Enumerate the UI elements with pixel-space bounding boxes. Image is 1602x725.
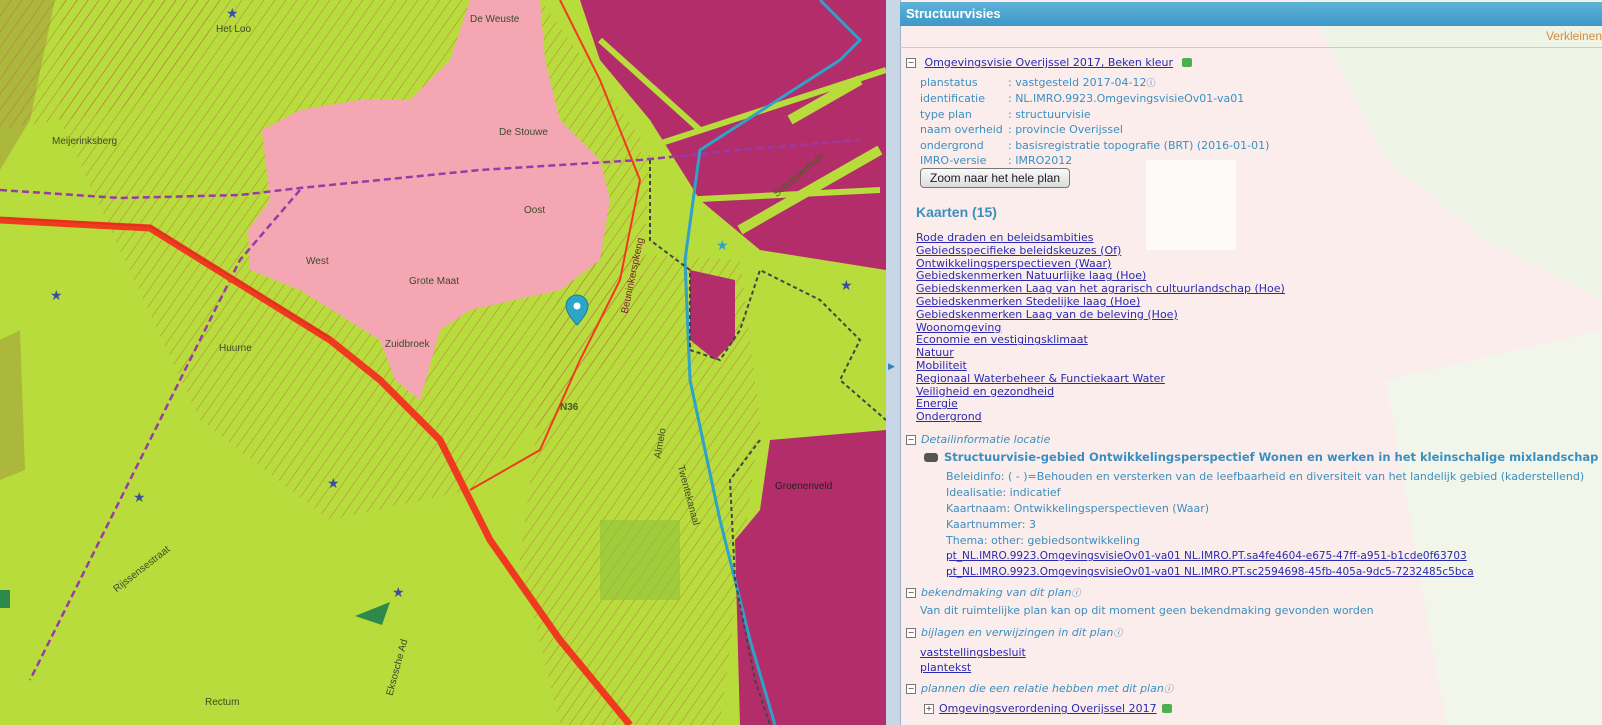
detail-heading: Detailinformatie locatie [921, 433, 1051, 446]
plan-name-link[interactable]: Omgevingsvisie Overijssel 2017, Beken kl… [925, 56, 1174, 69]
plan-header: − Omgevingsvisie Overijssel 2017, Beken … [906, 56, 1192, 69]
bijlage-item: plantekst [920, 661, 971, 674]
field-imro-versie: IMRO-versie: IMRO2012 [920, 154, 1073, 167]
kaart-link[interactable]: Veiligheid en gezondheid [916, 385, 1054, 398]
kaarten-list: Rode draden en beleidsambities Gebiedssp… [916, 231, 1285, 424]
zoom-to-plan-button[interactable]: Zoom naar het hele plan [920, 168, 1071, 188]
binoculars-icon [924, 453, 938, 462]
bijlage-item: vaststellingsbesluit [920, 646, 1026, 659]
lock-icon [1161, 703, 1172, 713]
field-type-plan: type plan: structuurvisie [920, 108, 1091, 121]
star-icon: ★ [392, 585, 405, 601]
relaties-toggle[interactable]: − [906, 684, 916, 694]
kaart-link[interactable]: Ontwikkelingsperspectieven (Waar) [916, 257, 1111, 270]
info-icon[interactable]: ⓘ [1072, 586, 1081, 599]
star-icon: ★ [50, 288, 63, 304]
structuurvisies-panel: ▶ Structuurvisies Verkleinen − Omgevings… [886, 0, 1602, 725]
bekendmaking-heading: bekendmaking van dit plan [921, 586, 1072, 599]
field-naam-overheid: naam overheid: provincie Overijssel [920, 123, 1123, 136]
star-icon: ★ [133, 490, 146, 506]
relaties-heading: plannen die een relatie hebben met dit p… [921, 682, 1164, 695]
map-label-de-weuste: De Weuste [470, 14, 520, 25]
detail-line: Idealisatie: indicatief [946, 486, 1061, 499]
bijlagen-toggle[interactable]: − [906, 628, 916, 638]
lock-icon [1181, 57, 1192, 67]
panel-title: Structuurvisies [900, 2, 1602, 26]
map-label-huurne: Huurne [219, 343, 252, 354]
field-planstatus: planstatus: vastgesteld 2017-04-12 ⓘ [920, 76, 1156, 89]
star-icon: ★ [327, 476, 340, 492]
map-label-rectum: Rectum [205, 697, 240, 708]
plan-collapse-toggle[interactable]: − [906, 58, 916, 68]
kaart-link[interactable]: Mobiliteit [916, 359, 967, 372]
bijlagen-header: − bijlagen en verwijzingen in dit plan ⓘ [906, 626, 1122, 639]
map-label-meijerinksberg: Meijerinksberg [52, 136, 118, 147]
map-label-west: West [306, 256, 329, 267]
map-label-grote-maat: Grote Maat [409, 276, 460, 287]
detail-collapse-toggle[interactable]: − [906, 435, 916, 445]
location-pin-dot [573, 302, 581, 310]
detail-link-line: pt_NL.IMRO.9923.OmgevingsvisieOv01-va01 … [946, 566, 1474, 578]
info-icon[interactable]: ⓘ [1164, 682, 1173, 695]
detail-line: Kaartnaam: Ontwikkelingsperspectieven (W… [946, 502, 1210, 515]
map-label-oost: Oost [524, 205, 546, 216]
hatched-zone [600, 520, 680, 600]
detail-line: Beleidinfo: ( - )=Behouden en versterken… [946, 470, 1585, 483]
star-icon: ★ [716, 238, 729, 254]
star-icon: ★ [226, 6, 239, 22]
kaart-link[interactable]: Gebiedskenmerken Laag van het agrarisch … [916, 282, 1285, 295]
map-label-n36: N36 [560, 402, 579, 413]
kaart-link[interactable]: Gebiedskenmerken Natuurlijke laag (Hoe) [916, 269, 1146, 282]
field-ondergrond: ondergrond: basisregistratie topografie … [920, 139, 1270, 152]
info-icon[interactable]: ⓘ [1147, 76, 1156, 89]
kaart-link[interactable]: Energie [916, 397, 958, 410]
info-icon[interactable]: ⓘ [1113, 626, 1122, 639]
kaart-link[interactable]: Gebiedskenmerken Stedelijke laag (Hoe) [916, 295, 1140, 308]
kaart-link[interactable]: Natuur [916, 346, 954, 359]
detail-line: Kaartnummer: 3 [946, 518, 1037, 531]
relatie-link[interactable]: Omgevingsverordening Overijssel 2017 [939, 702, 1157, 715]
verkleinen-button[interactable]: Verkleinen [1546, 29, 1602, 43]
bijlage-link[interactable]: plantekst [920, 661, 971, 674]
map-label-de-stouwe: De Stouwe [499, 127, 548, 138]
field-identificatie: identificatie: NL.IMRO.9923.Omgevingsvis… [920, 92, 1245, 105]
kaart-link[interactable]: Ondergrond [916, 410, 982, 423]
map-canvas[interactable]: ★ ★ ★ ★ ★ ★ ★ [0, 0, 886, 725]
kaart-link[interactable]: Gebiedsspecifieke beleidskeuzes (Of) [916, 244, 1121, 257]
map-label-groenenveld: Groenenveld [775, 481, 833, 492]
bekendmaking-text: Van dit ruimtelijke plan kan op dit mome… [920, 604, 1374, 617]
detail-title-text: Structuurvisie-gebied Ontwikkelingspersp… [944, 450, 1599, 464]
detail-link-line: pt_NL.IMRO.9923.OmgevingsvisieOv01-va01 … [946, 550, 1467, 562]
water-feature [0, 590, 10, 608]
bekendmaking-toggle[interactable]: − [906, 588, 916, 598]
plan-object-link[interactable]: pt_NL.IMRO.9923.OmgevingsvisieOv01-va01 … [946, 566, 1474, 578]
relatie-toggle[interactable]: + [924, 704, 934, 714]
bijlage-link[interactable]: vaststellingsbesluit [920, 646, 1026, 659]
collapse-arrow-icon[interactable]: ▶ [888, 362, 895, 372]
divider [900, 47, 1602, 48]
map-view[interactable]: ★ ★ ★ ★ ★ ★ ★ Het Loo De Weuste Meijerin… [0, 0, 886, 725]
bijlagen-heading: bijlagen en verwijzingen in dit plan [921, 626, 1114, 639]
kaarten-heading: Kaarten (15) [916, 204, 997, 220]
bekendmaking-header: − bekendmaking van dit plan ⓘ [906, 586, 1081, 599]
plan-object-link[interactable]: pt_NL.IMRO.9923.OmgevingsvisieOv01-va01 … [946, 550, 1467, 562]
relatie-item: + Omgevingsverordening Overijssel 2017 [924, 702, 1172, 715]
kaart-link[interactable]: Regionaal Waterbeheer & Functiekaart Wat… [916, 372, 1165, 385]
detail-title: Structuurvisie-gebied Ontwikkelingspersp… [924, 450, 1598, 464]
kaart-link[interactable]: Gebiedskenmerken Laag van de beleving (H… [916, 308, 1178, 321]
detail-header: − Detailinformatie locatie [906, 433, 1050, 446]
map-label-het-loo: Het Loo [216, 24, 252, 35]
map-label-zuidbroek: Zuidbroek [385, 339, 430, 350]
relaties-header: − plannen die een relatie hebben met dit … [906, 682, 1173, 695]
kaart-link[interactable]: Woonomgeving [916, 321, 1001, 334]
kaart-link[interactable]: Economie en vestigingsklimaat [916, 333, 1088, 346]
kaart-link[interactable]: Rode draden en beleidsambities [916, 231, 1094, 244]
panel-collapse-strip[interactable]: ▶ [886, 0, 901, 725]
star-icon: ★ [840, 278, 853, 294]
detail-line: Thema: other: gebiedsontwikkeling [946, 534, 1140, 547]
